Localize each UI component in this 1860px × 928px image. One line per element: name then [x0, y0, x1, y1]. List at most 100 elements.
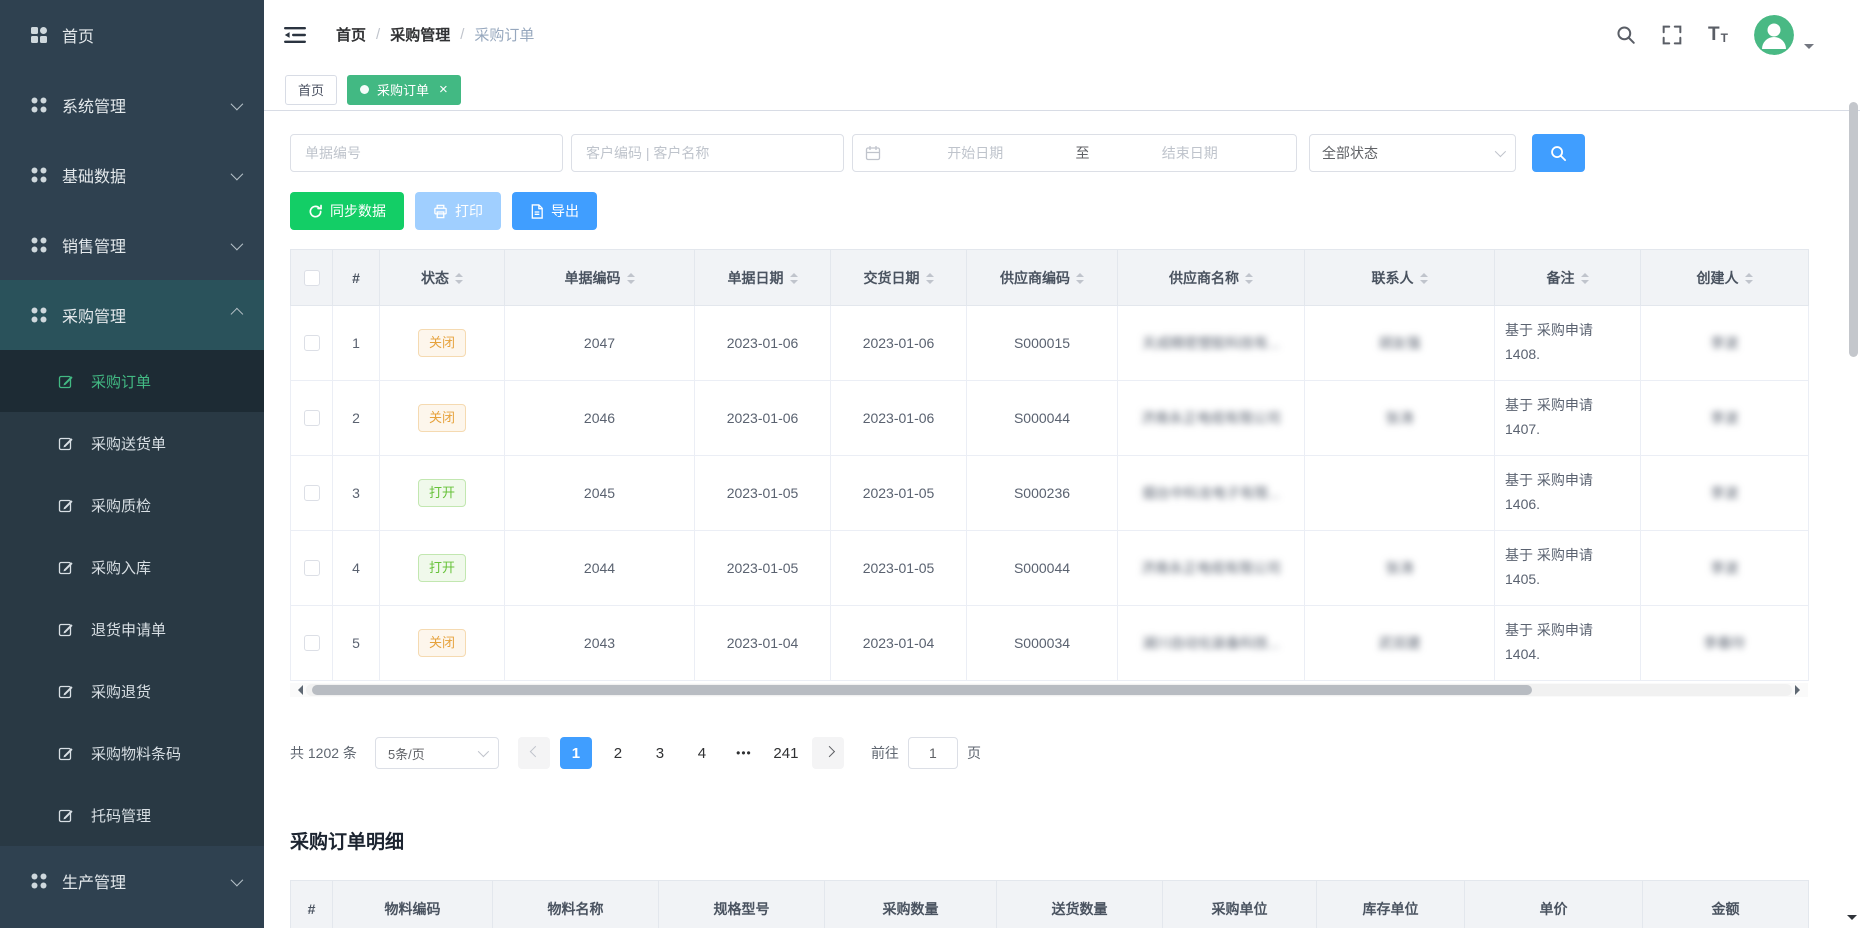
- sort-carets-icon[interactable]: [1745, 273, 1753, 284]
- pager-more-icon[interactable]: •••: [728, 737, 760, 769]
- scroll-right-arrow[interactable]: [1795, 685, 1805, 695]
- row-checkbox[interactable]: [304, 335, 320, 351]
- detail-column-header-物料名称: 物料名称: [493, 881, 659, 928]
- prev-page-button[interactable]: [518, 737, 550, 769]
- column-header-供应商编码[interactable]: 供应商编码: [967, 250, 1118, 306]
- edit-icon: [58, 559, 74, 575]
- sort-carets-icon[interactable]: [1245, 273, 1253, 284]
- fullscreen-icon[interactable]: [1662, 25, 1682, 45]
- caret-down-icon[interactable]: [1804, 44, 1814, 54]
- supplier-name: 湖川自动化装备科技...: [1142, 635, 1280, 651]
- next-page-button[interactable]: [812, 737, 844, 769]
- print-button[interactable]: 打印: [415, 192, 501, 230]
- row-checkbox[interactable]: [304, 635, 320, 651]
- sidebar-item-首页[interactable]: 首页: [0, 0, 264, 70]
- status-select[interactable]: 全部状态: [1309, 134, 1516, 172]
- detail-column-header-规格型号: 规格型号: [659, 881, 825, 928]
- page-size-select[interactable]: 5条/页: [375, 737, 499, 769]
- search-button[interactable]: [1532, 134, 1585, 172]
- sort-carets-icon[interactable]: [1420, 273, 1428, 284]
- column-header-状态[interactable]: 状态: [380, 250, 505, 306]
- sidebar-subitem-采购退货[interactable]: 采购退货: [0, 660, 264, 722]
- column-header-创建人[interactable]: 创建人: [1641, 250, 1809, 306]
- sidebar-subitem-采购入库[interactable]: 采购入库: [0, 536, 264, 598]
- range-separator: 至: [1070, 143, 1096, 163]
- sidebar-item-系统管理[interactable]: 系统管理: [0, 70, 264, 140]
- row-checkbox[interactable]: [304, 560, 320, 576]
- tab-采购订单[interactable]: 采购订单×: [347, 75, 461, 105]
- scroll-left-arrow[interactable]: [293, 685, 303, 695]
- table-row[interactable]: 3打开20452023-01-052023-01-05S000236烟台中科龙电…: [291, 456, 1809, 531]
- table-row[interactable]: 4打开20442023-01-052023-01-05S000044济南永正电缆…: [291, 531, 1809, 606]
- column-header-供应商名称[interactable]: 供应商名称: [1118, 250, 1305, 306]
- vertical-scrollbar-thumb[interactable]: [1849, 102, 1858, 357]
- date-range-picker[interactable]: 开始日期 至 结束日期: [852, 134, 1297, 172]
- column-header-交货日期[interactable]: 交货日期: [831, 250, 967, 306]
- font-size-icon[interactable]: TT: [1708, 25, 1728, 44]
- sidebar-subitem-采购物料条码[interactable]: 采购物料条码: [0, 722, 264, 784]
- breadcrumb-purchase-mgmt[interactable]: 采购管理: [390, 24, 450, 45]
- sidebar-item-生产管理[interactable]: 生产管理: [0, 846, 264, 916]
- menu-fold-icon[interactable]: [284, 26, 306, 44]
- column-header-联系人[interactable]: 联系人: [1305, 250, 1495, 306]
- supplier-code-cell: S000034: [967, 606, 1118, 681]
- row-checkbox[interactable]: [304, 410, 320, 426]
- page-button-3[interactable]: 3: [644, 737, 676, 769]
- column-label: 供应商编码: [1000, 270, 1070, 286]
- user-avatar[interactable]: [1754, 15, 1794, 55]
- row-select-cell: [291, 306, 333, 381]
- sort-carets-icon[interactable]: [455, 273, 463, 284]
- sidebar-item-基础数据[interactable]: 基础数据: [0, 140, 264, 210]
- sync-data-button[interactable]: 同步数据: [290, 192, 404, 230]
- doc-no-input[interactable]: [290, 134, 563, 172]
- page-button-2[interactable]: 2: [602, 737, 634, 769]
- sidebar-subitem-托码管理[interactable]: 托码管理: [0, 784, 264, 846]
- page-button-1[interactable]: 1: [560, 737, 592, 769]
- sort-carets-icon[interactable]: [790, 273, 798, 284]
- doc-date-cell: 2023-01-05: [695, 456, 831, 531]
- sort-carets-icon[interactable]: [1076, 273, 1084, 284]
- creator-cell: 李波: [1641, 306, 1809, 381]
- sort-carets-icon[interactable]: [1581, 273, 1589, 284]
- table-row[interactable]: 5关闭20432023-01-042023-01-04S000034湖川自动化装…: [291, 606, 1809, 681]
- row-checkbox[interactable]: [304, 485, 320, 501]
- row-index-cell: 3: [333, 456, 380, 531]
- doc-date-cell: 2023-01-05: [695, 531, 831, 606]
- export-button[interactable]: 导出: [512, 192, 597, 230]
- sort-carets-icon[interactable]: [627, 273, 635, 284]
- sidebar-item-采购管理[interactable]: 采购管理: [0, 280, 264, 350]
- status-badge: 打开: [418, 479, 466, 507]
- contact-cell: 张涛: [1305, 381, 1495, 456]
- creator-name: 李波: [1711, 335, 1739, 351]
- sidebar-subitem-退货申请单[interactable]: 退货申请单: [0, 598, 264, 660]
- sidebar-subitem-采购送货单[interactable]: 采购送货单: [0, 412, 264, 474]
- column-header-单据日期[interactable]: 单据日期: [695, 250, 831, 306]
- table-row[interactable]: 1关闭20472023-01-062023-01-06S000015天成精密塑胶…: [291, 306, 1809, 381]
- tab-close-icon[interactable]: ×: [439, 82, 448, 97]
- table-row[interactable]: 2关闭20462023-01-062023-01-06S000044济南永正电缆…: [291, 381, 1809, 456]
- status-select-value: 全部状态: [1322, 143, 1378, 163]
- chevron-up-icon: [231, 307, 244, 320]
- page-button-4[interactable]: 4: [686, 737, 718, 769]
- sidebar-item-销售管理[interactable]: 销售管理: [0, 210, 264, 280]
- goto-page-input[interactable]: [908, 737, 958, 769]
- breadcrumb-home[interactable]: 首页: [336, 24, 366, 45]
- contact-cell: [1305, 456, 1495, 531]
- vertical-scrollbar[interactable]: [1848, 0, 1858, 928]
- edit-icon: [58, 807, 74, 823]
- sidebar-subitem-采购订单[interactable]: 采购订单: [0, 350, 264, 412]
- horizontal-scrollbar[interactable]: [290, 683, 1808, 697]
- page-button-241[interactable]: 241: [770, 737, 802, 769]
- select-all-checkbox[interactable]: [304, 270, 320, 286]
- column-header-单据编码[interactable]: 单据编码: [505, 250, 695, 306]
- scroll-down-arrow[interactable]: [1847, 915, 1857, 925]
- column-header-备注[interactable]: 备注: [1495, 250, 1641, 306]
- contact-name: 张涛: [1386, 410, 1414, 426]
- sort-carets-icon[interactable]: [926, 273, 934, 284]
- scrollbar-thumb[interactable]: [312, 685, 1532, 695]
- scrollbar-track[interactable]: [306, 684, 1792, 696]
- search-icon[interactable]: [1616, 25, 1636, 45]
- sidebar-subitem-采购质检[interactable]: 采购质检: [0, 474, 264, 536]
- customer-input[interactable]: [571, 134, 844, 172]
- tab-首页[interactable]: 首页: [285, 75, 337, 105]
